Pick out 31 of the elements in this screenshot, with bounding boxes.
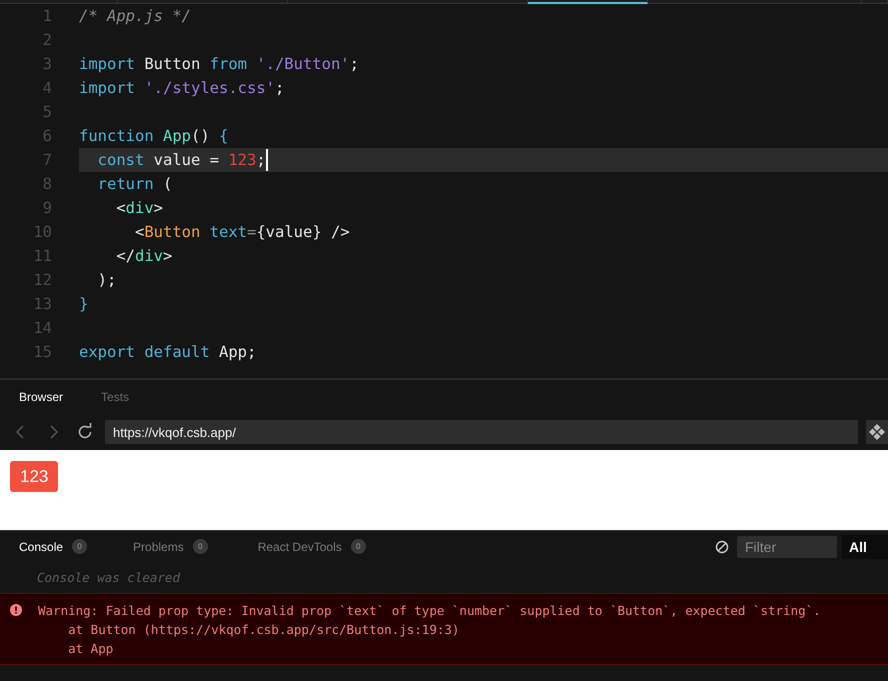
error-icon [10, 604, 22, 616]
console-tab[interactable]: Console [19, 540, 64, 554]
filter-field[interactable]: Filter [737, 536, 837, 558]
log-level-dropdown[interactable]: All [842, 534, 888, 558]
code-line: ); [96, 270, 116, 291]
count-badge: 0 [350, 539, 366, 554]
code-line: /* App.js */ [79, 6, 191, 27]
diamond-grid-icon [869, 424, 886, 440]
code-line: } [79, 294, 88, 315]
console-tab[interactable]: Problems [133, 540, 184, 554]
console-message: Console was cleared [37, 570, 180, 584]
console-tab[interactable]: React DevTools [258, 540, 342, 554]
code-line: export default App; [79, 342, 256, 363]
code-line: import Button from './Button'; [79, 54, 359, 75]
code-line: <Button text={value} /> [134, 222, 350, 243]
view-mode-button[interactable] [866, 420, 888, 444]
count-badge: 0 [72, 539, 88, 554]
refresh-icon[interactable] [76, 423, 94, 441]
code-line: </div> [115, 246, 172, 267]
error-text: Warning: Failed prop type: Invalid prop `text` of type `number` supplied to `Button`, expected `string`. at Button (https://vkqof.csb.app/src/Button.js:19:3) at App [38, 602, 821, 658]
clear-console-icon[interactable] [715, 540, 729, 554]
url-field[interactable]: https://vkqof.csb.app/ [105, 420, 858, 444]
code-line: import './styles.css'; [79, 78, 284, 99]
code-line: function App() { [79, 126, 228, 147]
panel-tab[interactable]: Browser [19, 390, 64, 404]
code-line: const value = 123; [96, 150, 266, 171]
code-line: <div> [115, 198, 164, 219]
count-badge: 0 [192, 539, 208, 554]
editor-tab[interactable] [528, 0, 648, 4]
rendered-button[interactable]: 123 [10, 461, 58, 492]
code-line: return ( [96, 174, 172, 195]
